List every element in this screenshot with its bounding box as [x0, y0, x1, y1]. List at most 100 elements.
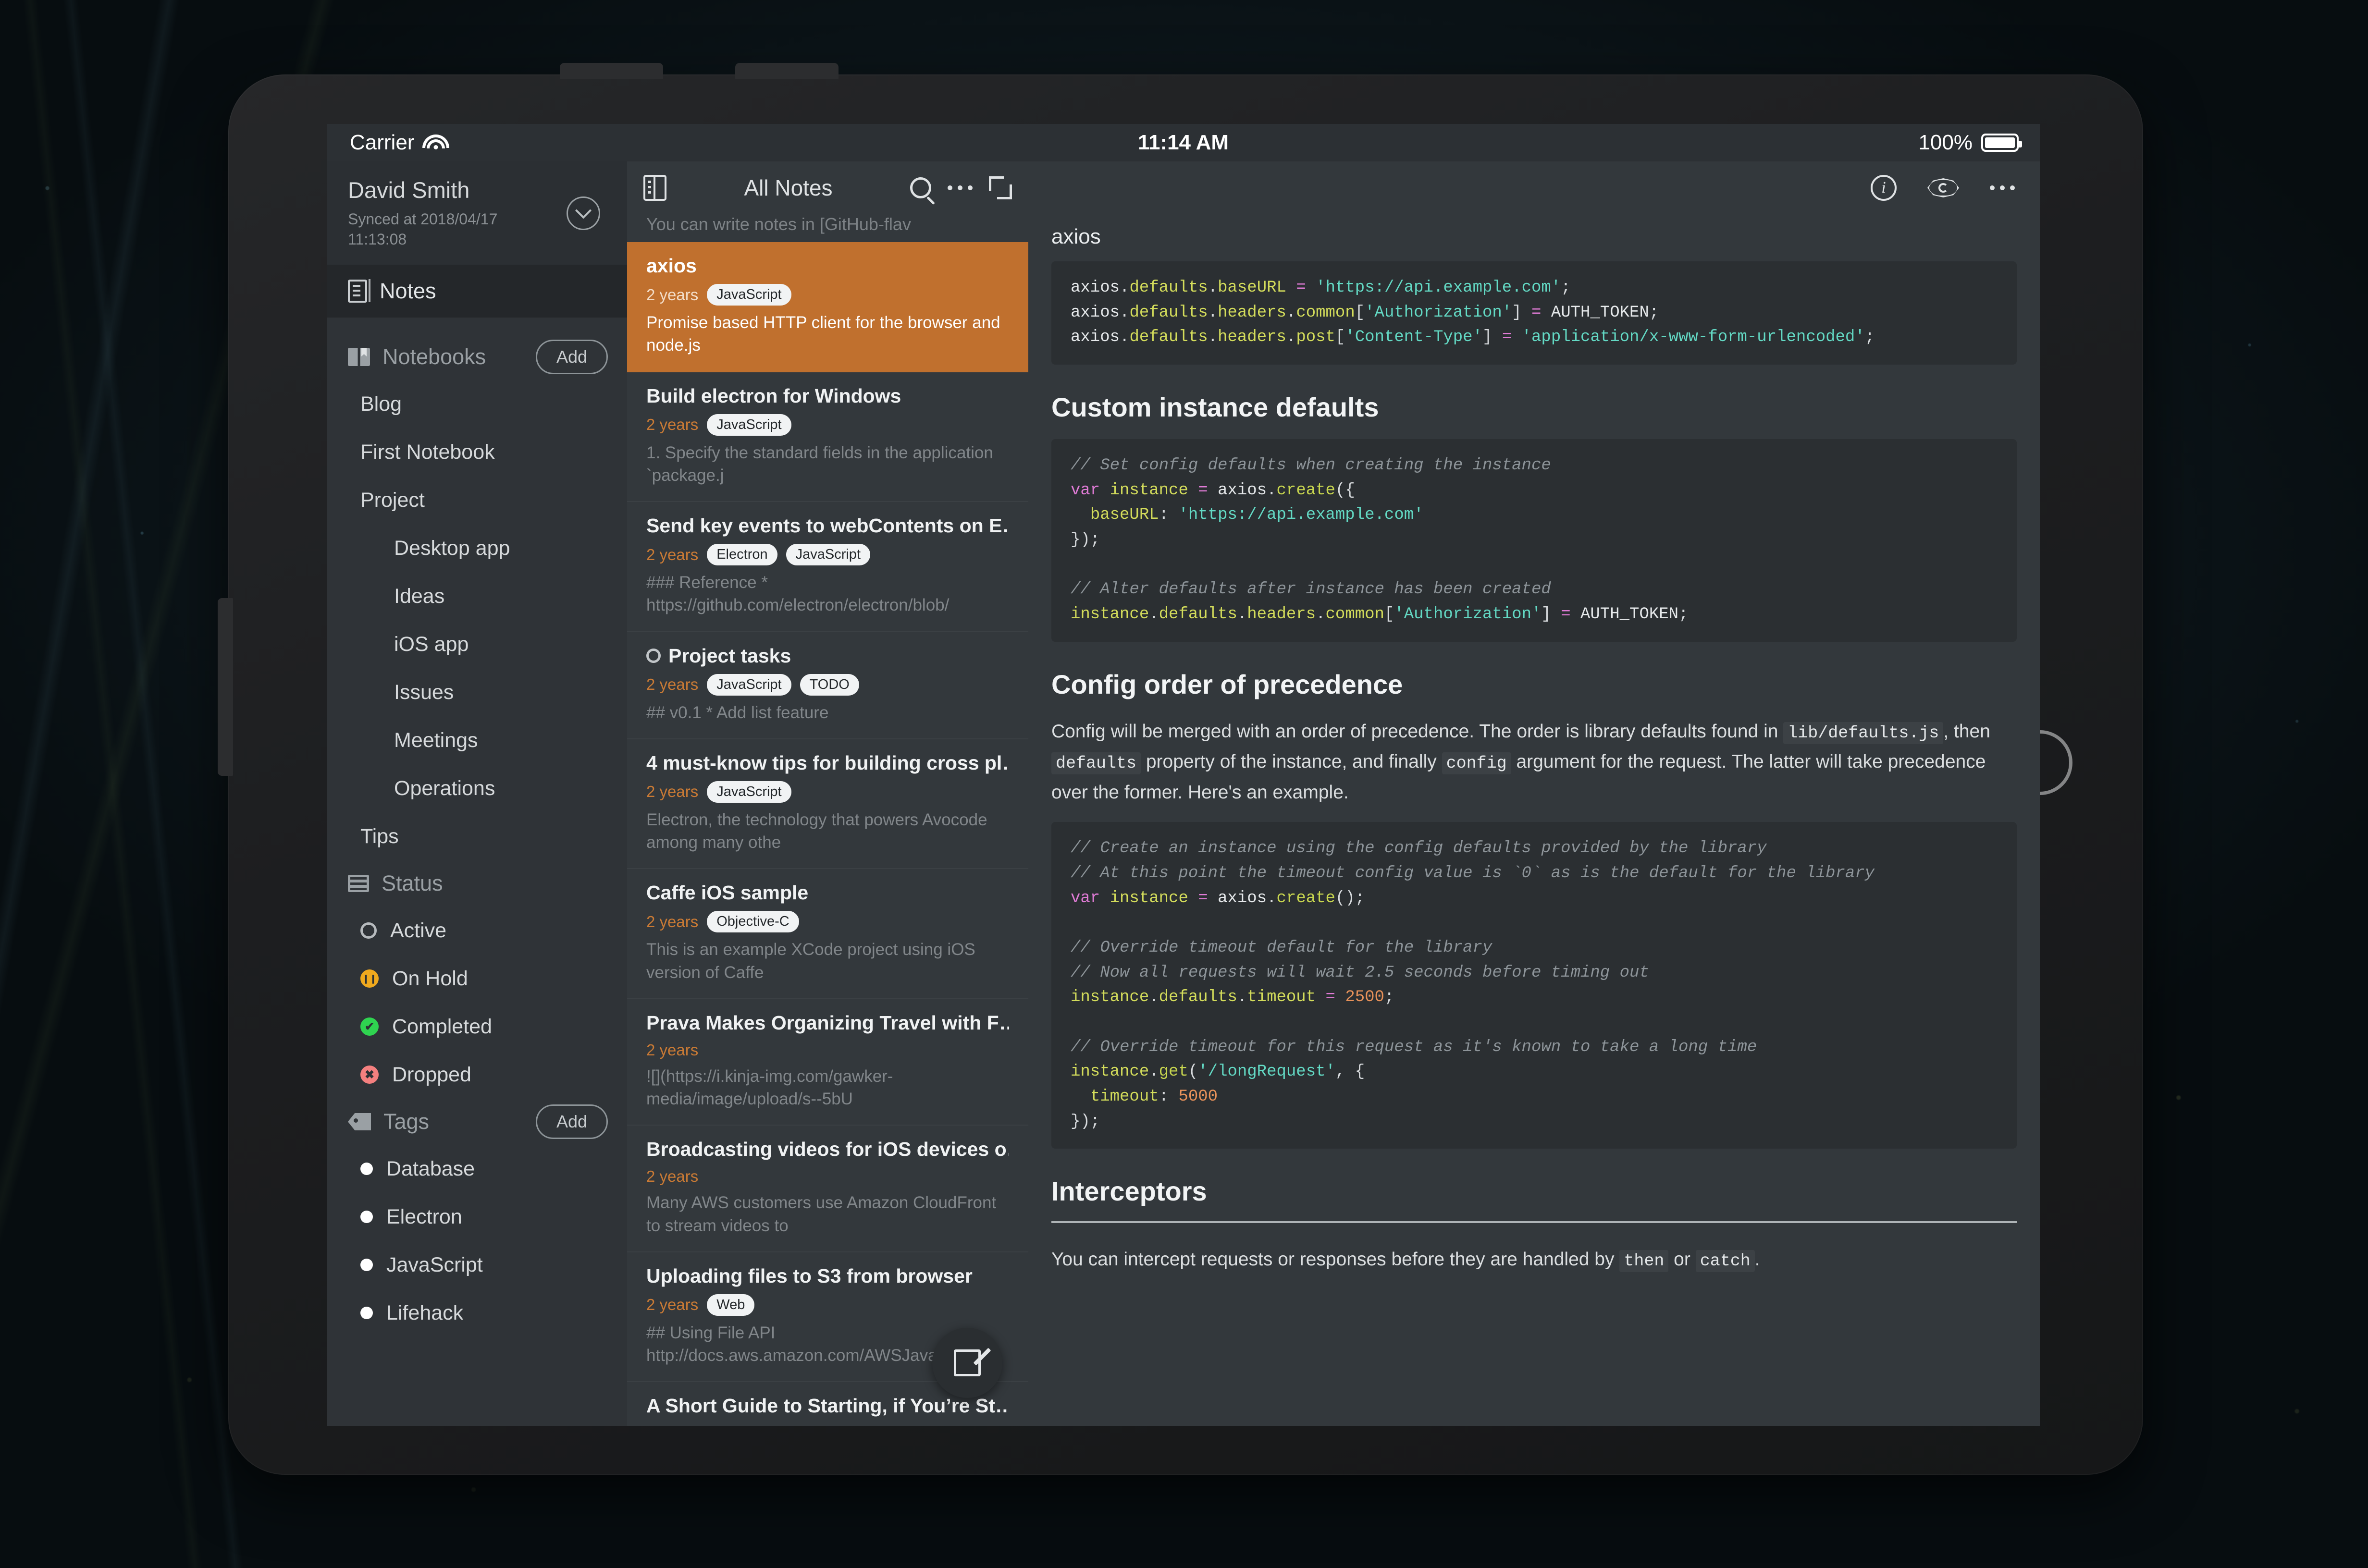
- sidebar-item-meetings[interactable]: Meetings: [327, 716, 627, 764]
- precedence-text-1: Config will be merged with an order of p…: [1051, 721, 1784, 742]
- sidebar-item-issues[interactable]: Issues: [327, 668, 627, 716]
- note-title: Send key events to webContents on E…: [646, 514, 1009, 537]
- info-icon[interactable]: i: [1871, 175, 1897, 201]
- account-header[interactable]: David Smith Synced at 2018/04/17 11:13:0…: [327, 161, 627, 265]
- note-age: 2 years: [646, 285, 699, 304]
- sidebar-item-electron[interactable]: Electron: [327, 1193, 627, 1241]
- status-bar-right: 100%: [1918, 131, 2022, 155]
- sidebar-item-notes[interactable]: Notes: [327, 265, 627, 318]
- tag-icon: [348, 1113, 371, 1130]
- sidebar-item-label: Database: [386, 1157, 475, 1180]
- more-dots-icon[interactable]: [1990, 185, 2015, 190]
- note-list-item[interactable]: Prava Makes Organizing Travel with F… 2 y…: [627, 999, 1028, 1126]
- sidebar-item-label: Project: [360, 488, 425, 512]
- status-list-icon: [348, 875, 369, 892]
- status-bar: Carrier 11:14 AM 100%: [327, 124, 2040, 161]
- note-editor-pane: i axios axios.defaults.baseURL = 'https:…: [1028, 161, 2040, 1426]
- note-title-text: Broadcasting videos for iOS devices o…: [646, 1138, 1009, 1161]
- sidebar-item-tips[interactable]: Tips: [327, 812, 627, 860]
- sidebar-item-ideas[interactable]: Ideas: [327, 572, 627, 620]
- add-notebook-button[interactable]: Add: [535, 340, 608, 374]
- sidebar-item-active[interactable]: Active: [327, 906, 627, 955]
- sidebar-item-lifehack[interactable]: Lifehack: [327, 1289, 627, 1337]
- pause-icon: ❙❙: [360, 969, 379, 988]
- notebooks-section-header: Notebooks Add: [327, 334, 627, 380]
- sidebar-item-first-notebook[interactable]: First Notebook: [327, 428, 627, 476]
- note-title-text: Caffe iOS sample: [646, 882, 809, 904]
- sidebar-item-label: Issues: [394, 680, 454, 704]
- code-block-timeout: // Create an instance using the config d…: [1051, 822, 2017, 1149]
- sidebar-item-blog[interactable]: Blog: [327, 380, 627, 428]
- volume-button[interactable]: [735, 63, 839, 79]
- book-icon: [348, 348, 370, 366]
- note-list-scroll[interactable]: You can write notes in [GitHub-flav axio…: [627, 214, 1028, 1426]
- note-tag-badge: JavaScript: [707, 781, 791, 803]
- sidebar-item-label: Tips: [360, 824, 399, 848]
- note-title: Caffe iOS sample: [646, 882, 1009, 904]
- note-title-text: 4 must-know tips for building cross pl…: [646, 751, 1009, 774]
- heading-config-order-of-precedence: Config order of precedence: [1051, 669, 1403, 699]
- sidebar-item-ios-app[interactable]: iOS app: [327, 620, 627, 668]
- sidebar-item-on-hold[interactable]: ❙❙ On Hold: [327, 955, 627, 1003]
- heading-interceptors: Interceptors: [1051, 1176, 2017, 1224]
- note-list-item[interactable]: 4 must-know tips for building cross pl… 2…: [627, 739, 1028, 870]
- side-button[interactable]: [218, 598, 233, 776]
- power-button[interactable]: [560, 63, 663, 79]
- ipad-device-frame: Carrier 11:14 AM 100% David Smith Synced…: [218, 63, 2143, 1475]
- note-preview: This is an example XCode project using i…: [646, 940, 975, 982]
- interceptors-text-2: or: [1668, 1249, 1696, 1270]
- sidebar-item-label: Meetings: [394, 728, 478, 752]
- sidebar-item-dropped[interactable]: ✖ Dropped: [327, 1051, 627, 1099]
- note-meta: 2 years Electron JavaScript: [646, 544, 1009, 565]
- note-list-item[interactable]: Build electron for Windows 2 years JavaScr…: [627, 372, 1028, 502]
- more-dots-icon[interactable]: [948, 185, 973, 190]
- paragraph-interceptors: You can intercept requests or responses …: [1051, 1244, 2017, 1275]
- note-tag-badge: TODO: [800, 674, 859, 696]
- sidebar-item-project[interactable]: Project: [327, 476, 627, 524]
- note-title-text: Send key events to webContents on E…: [646, 514, 1009, 537]
- editor-note-title: axios: [1051, 225, 1101, 248]
- battery-percent-label: 100%: [1918, 131, 1973, 154]
- paragraph-precedence: Config will be merged with an order of p…: [1051, 716, 2017, 808]
- sidebar-scroll-area[interactable]: Notebooks Add Blog First Notebook Project D…: [327, 318, 627, 1426]
- note-meta: 2 years: [646, 1041, 1009, 1059]
- inline-code-defaults: defaults: [1051, 752, 1141, 775]
- inline-code-catch: catch: [1695, 1250, 1755, 1273]
- editor-content[interactable]: axios axios.defaults.baseURL = 'https://…: [1028, 214, 2040, 1426]
- sidebar: David Smith Synced at 2018/04/17 11:13:0…: [327, 161, 627, 1426]
- note-title-text: Project tasks: [668, 644, 791, 667]
- sidebar-item-operations[interactable]: Operations: [327, 764, 627, 812]
- note-title-text: Uploading files to S3 from browser: [646, 1264, 973, 1287]
- note-list-item[interactable]: Broadcasting videos for iOS devices o… 2 …: [627, 1126, 1028, 1252]
- search-icon[interactable]: [910, 177, 931, 198]
- sidebar-item-desktop-app[interactable]: Desktop app: [327, 524, 627, 572]
- note-tag-badge: JavaScript: [707, 414, 791, 436]
- note-items-container: axios 2 years JavaScript Promise based HTTP…: [627, 242, 1028, 1426]
- note-meta: 2 years JavaScript TODO: [646, 674, 1009, 696]
- note-list-item[interactable]: axios 2 years JavaScript Promise based HTTP…: [627, 242, 1028, 372]
- chevron-down-icon[interactable]: [567, 196, 600, 230]
- inline-code-lib-defaults: lib/defaults.js: [1783, 722, 1944, 744]
- tags-label: Tags: [383, 1109, 430, 1134]
- note-preview: ### Reference * https://github.com/elect…: [646, 573, 950, 615]
- note-list-item[interactable]: Project tasks 2 years JavaScript TODO ## v0.…: [627, 632, 1028, 739]
- note-list-item[interactable]: Send key events to webContents on E… 2 ye…: [627, 502, 1028, 632]
- note-list-item[interactable]: Caffe iOS sample 2 years Objective-C This i…: [627, 869, 1028, 999]
- note-age: 2 years: [646, 783, 699, 801]
- sidebar-item-label: Completed: [392, 1015, 492, 1038]
- note-meta: 2 years JavaScript: [646, 284, 1009, 306]
- tag-dot-icon: [360, 1163, 373, 1175]
- compose-note-button[interactable]: [932, 1328, 1002, 1398]
- expand-icon[interactable]: [989, 176, 1012, 199]
- circle-outline-icon: [360, 922, 377, 939]
- eye-icon[interactable]: [1927, 178, 1959, 197]
- sidebar-item-database[interactable]: Database: [327, 1145, 627, 1193]
- sidebar-item-completed[interactable]: ✔ Completed: [327, 1003, 627, 1051]
- add-tag-button[interactable]: Add: [535, 1104, 608, 1139]
- sidebar-item-javascript[interactable]: JavaScript: [327, 1241, 627, 1289]
- note-meta: 2 years: [646, 1167, 1009, 1186]
- battery-icon: [1981, 134, 2022, 152]
- sidebar-toggle-icon[interactable]: [643, 175, 666, 201]
- note-title: axios: [646, 255, 1009, 277]
- account-sync-status: Synced at 2018/04/17 11:13:08: [348, 210, 498, 248]
